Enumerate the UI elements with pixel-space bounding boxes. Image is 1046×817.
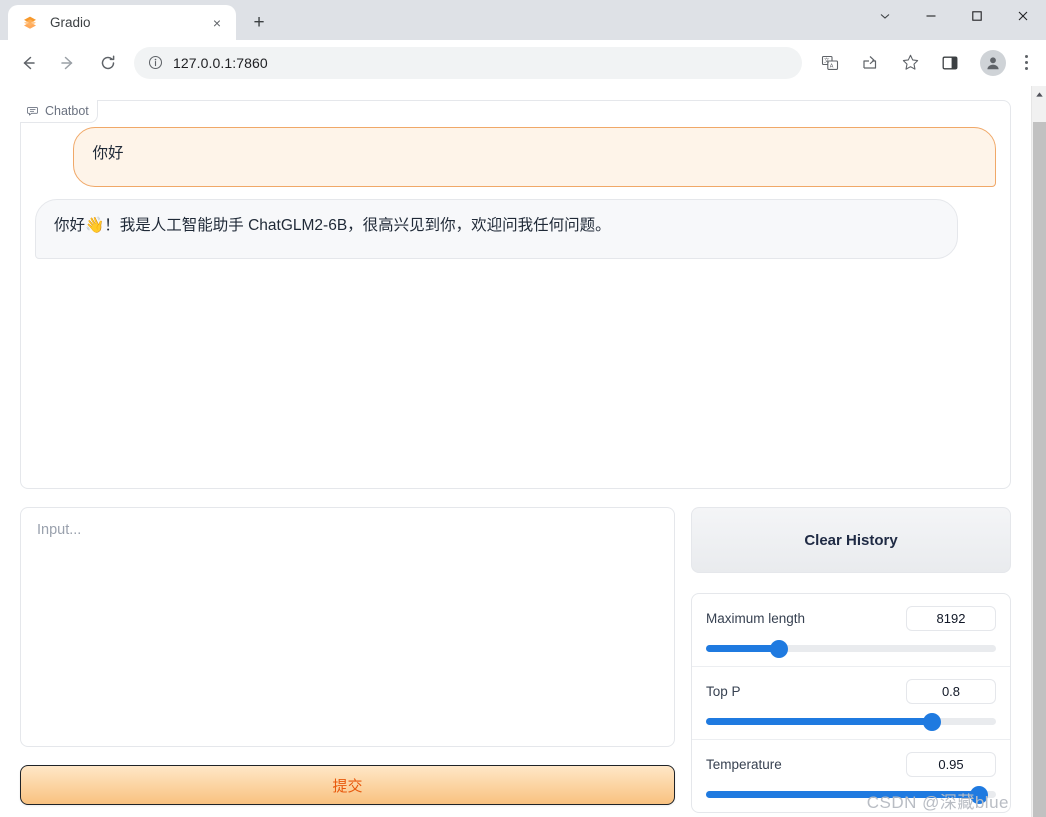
browser-tab-gradio[interactable]: Gradio × — [8, 5, 236, 40]
share-icon[interactable] — [855, 48, 885, 78]
slider-label: Top P — [706, 684, 741, 699]
scroll-up-arrow-icon[interactable] — [1032, 86, 1046, 102]
slider-value-input[interactable]: 0.95 — [906, 752, 996, 777]
forward-icon[interactable] — [52, 47, 84, 79]
slider-fill — [706, 718, 933, 725]
minimize-icon[interactable] — [908, 0, 954, 32]
slider-value-input[interactable]: 8192 — [906, 606, 996, 631]
bot-message-bubble: 你好👋！我是人工智能助手 ChatGLM2-6B，很高兴见到你，欢迎问我任何问题… — [35, 199, 958, 259]
translate-icon[interactable]: 文 A — [815, 48, 845, 78]
tab-strip: Gradio × + — [0, 0, 1046, 40]
close-icon[interactable]: × — [208, 14, 226, 32]
browser-window: Gradio × + 127.0.0.1:7860 文 A Chatbot 你好… — [0, 0, 1046, 817]
svg-text:A: A — [830, 63, 834, 69]
window-controls — [862, 0, 1046, 32]
slider-track[interactable] — [706, 639, 996, 658]
slider-header: Top P 0.8 — [706, 679, 996, 704]
chatbot-messages[interactable]: 你好 你好👋！我是人工智能助手 ChatGLM2-6B，很高兴见到你，欢迎问我任… — [20, 100, 1011, 489]
chatbot-block-label: Chatbot — [20, 100, 98, 123]
slider-fill — [706, 645, 779, 652]
slider-top-p: Top P 0.8 — [692, 667, 1010, 740]
url-text: 127.0.0.1:7860 — [173, 54, 268, 71]
slider-label: Temperature — [706, 757, 782, 772]
chevron-down-icon[interactable] — [862, 0, 908, 32]
chatbot-label-text: Chatbot — [45, 104, 89, 118]
address-bar[interactable]: 127.0.0.1:7860 — [134, 46, 802, 79]
clear-history-button[interactable]: Clear History — [691, 507, 1011, 573]
slider-knob[interactable] — [769, 639, 788, 658]
slider-knob[interactable] — [923, 712, 942, 731]
tab-title: Gradio — [50, 15, 91, 30]
page-viewport: Chatbot 你好 你好👋！我是人工智能助手 ChatGLM2-6B，很高兴见… — [0, 86, 1046, 817]
gradio-logo-icon — [22, 15, 38, 31]
reload-icon[interactable] — [92, 47, 124, 79]
input-column: 提交 — [20, 507, 675, 813]
info-circle-icon[interactable] — [148, 55, 163, 70]
chat-message-row-user: 你好 — [35, 127, 996, 187]
more-menu-icon[interactable] — [1014, 55, 1038, 70]
submit-button[interactable]: 提交 — [20, 765, 675, 805]
back-icon[interactable] — [12, 47, 44, 79]
window-close-icon[interactable] — [1000, 0, 1046, 32]
slider-header: Maximum length 8192 — [706, 606, 996, 631]
gradio-app: Chatbot 你好 你好👋！我是人工智能助手 ChatGLM2-6B，很高兴见… — [0, 86, 1031, 817]
kebab-dot — [1024, 55, 1028, 58]
controls-section: 提交 Clear History Maximum length 8192 — [20, 507, 1011, 813]
page-scrollbar[interactable] — [1031, 86, 1046, 817]
slider-maximum-length: Maximum length 8192 — [692, 594, 1010, 667]
maximize-icon[interactable] — [954, 0, 1000, 32]
slider-value-input[interactable]: 0.8 — [906, 679, 996, 704]
chatbot-component: Chatbot 你好 你好👋！我是人工智能助手 ChatGLM2-6B，很高兴见… — [20, 100, 1011, 489]
slider-header: Temperature 0.95 — [706, 752, 996, 777]
prompt-input[interactable] — [20, 507, 675, 747]
chat-message-row-bot: 你好👋！我是人工智能助手 ChatGLM2-6B，很高兴见到你，欢迎问我任何问题… — [35, 199, 996, 259]
watermark-text: CSDN @深藏blue — [866, 793, 1009, 812]
slider-track[interactable] — [706, 712, 996, 731]
user-message-bubble: 你好 — [73, 127, 996, 187]
bookmark-star-icon[interactable] — [895, 48, 925, 78]
toolbar-actions: 文 A — [810, 48, 1038, 78]
slider-panel: Maximum length 8192 Top P 0.8 Temperatur… — [691, 593, 1011, 813]
settings-column: Clear History Maximum length 8192 Top P … — [691, 507, 1011, 813]
kebab-dot — [1024, 61, 1028, 64]
slider-label: Maximum length — [706, 611, 806, 626]
browser-toolbar: 127.0.0.1:7860 文 A — [0, 40, 1046, 86]
side-panel-icon[interactable] — [935, 48, 965, 78]
kebab-dot — [1024, 67, 1028, 70]
scrollbar-thumb[interactable] — [1033, 122, 1046, 817]
new-tab-button[interactable]: + — [244, 7, 274, 37]
profile-avatar[interactable] — [980, 49, 1006, 76]
chat-bubble-icon — [27, 105, 40, 118]
